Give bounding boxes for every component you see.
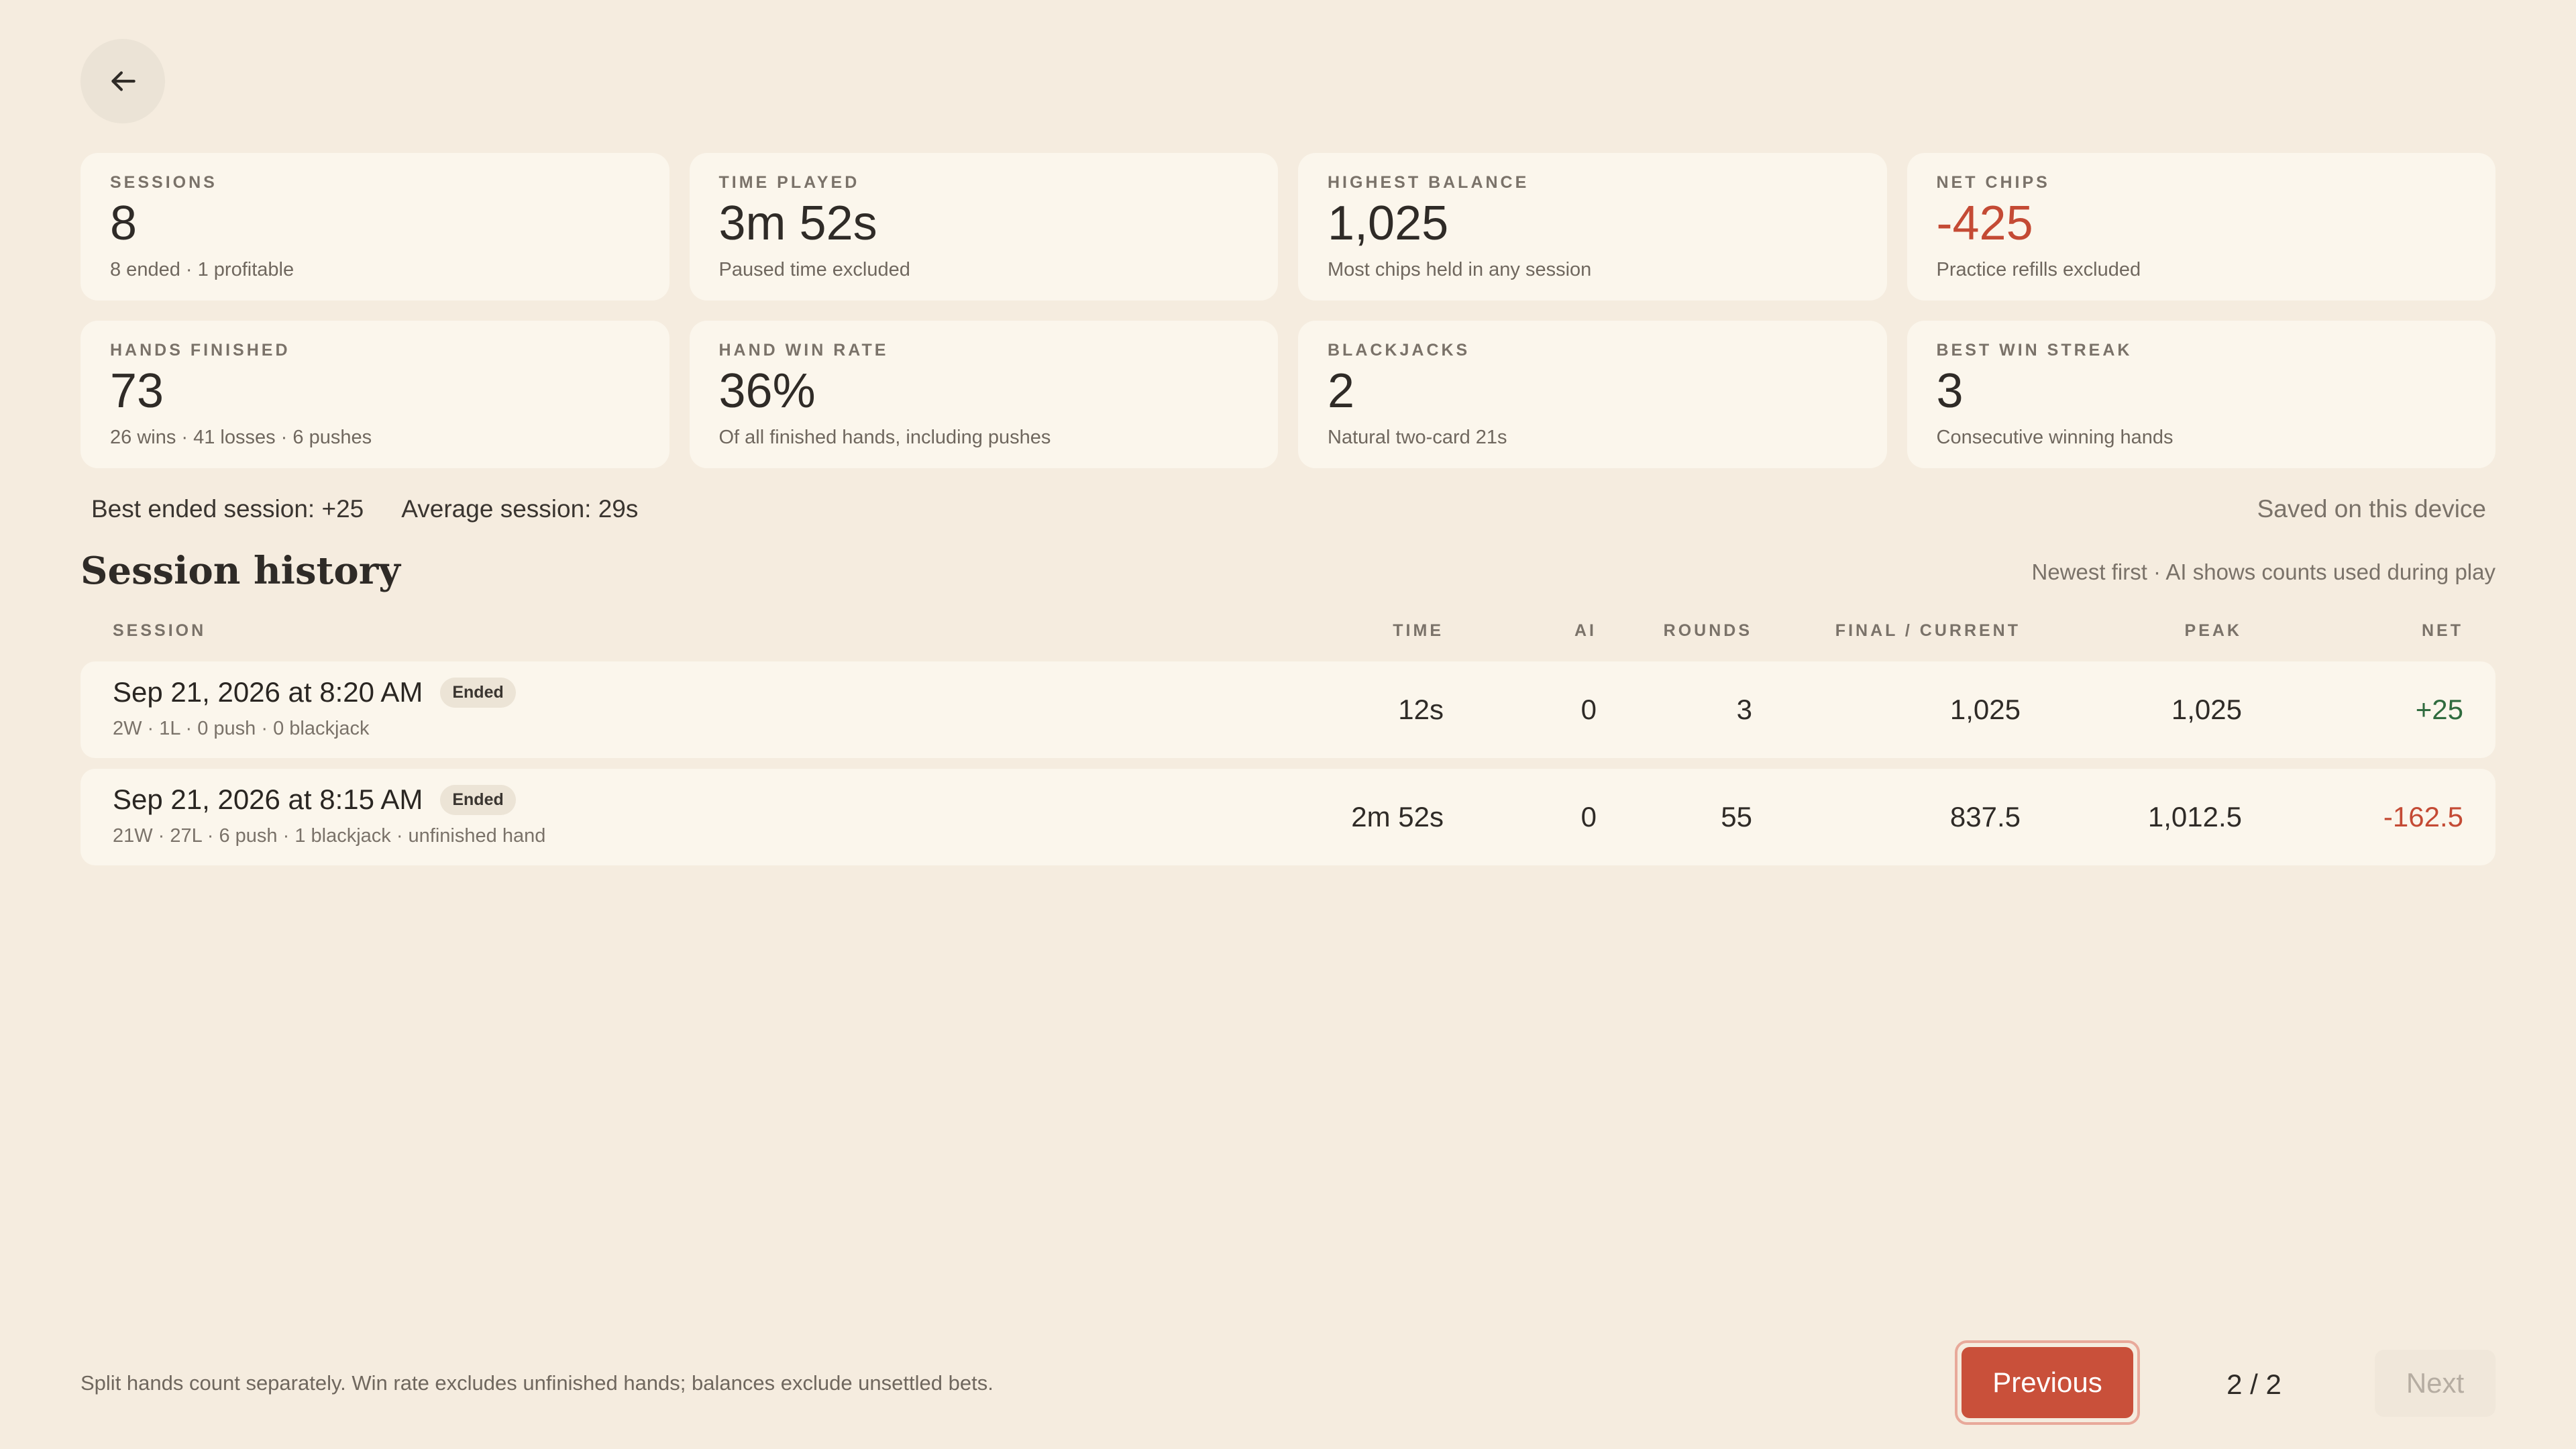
stat-card-blackjacks: BLACKJACKS 2 Natural two-card 21s (1298, 321, 1887, 468)
summary-row: Best ended session: +25 Average session:… (91, 495, 2486, 523)
column-header-time: TIME (1393, 621, 1444, 640)
stat-card-time-played: TIME PLAYED 3m 52s Paused time excluded (689, 153, 1278, 301)
column-header-peak: PEAK (2184, 621, 2242, 640)
section-title: Session history (80, 549, 400, 593)
stats-grid: SESSIONS 8 8 ended · 1 profitable TIME P… (80, 153, 2496, 468)
column-header-final: FINAL / CURRENT (1835, 621, 2021, 640)
cell-peak: 1,025 (2171, 694, 2242, 725)
stat-label: BLACKJACKS (1328, 341, 1470, 360)
cell-peak: 1,012.5 (2147, 801, 2242, 833)
page-indicator: 2 / 2 (2226, 1368, 2282, 1400)
cell-final: 837.5 (1949, 801, 2021, 833)
saved-status: Saved on this device (2257, 495, 2486, 523)
column-header-ai: AI (1574, 621, 1597, 640)
stat-label: TIME PLAYED (718, 173, 860, 192)
stat-value: -425 (1936, 197, 2033, 250)
stat-value: 3m 52s (718, 197, 877, 250)
session-detail: 2W · 1L · 0 push · 0 blackjack (113, 718, 370, 739)
table-row[interactable]: Sep 21, 2026 at 8:20 AM Ended 2W · 1L · … (80, 661, 2496, 758)
cell-ai: 0 (1580, 694, 1597, 725)
stat-value: 73 (110, 364, 164, 418)
session-date: Sep 21, 2026 at 8:20 AM Ended (113, 676, 516, 708)
stat-label: HAND WIN RATE (718, 341, 889, 360)
stat-card-hands-finished: HANDS FINISHED 73 26 wins · 41 losses · … (80, 321, 669, 468)
session-date: Sep 21, 2026 at 8:15 AM Ended (113, 784, 516, 816)
session-title: Sep 21, 2026 at 8:15 AM (113, 784, 423, 815)
stat-card-highest-balance: HIGHEST BALANCE 1,025 Most chips held in… (1298, 153, 1887, 301)
cell-rounds: 3 (1736, 694, 1752, 725)
stat-value: 3 (1936, 364, 1964, 418)
stat-label: SESSIONS (110, 173, 217, 192)
status-badge: Ended (440, 677, 516, 708)
back-button[interactable] (80, 39, 165, 123)
stat-sub: Most chips held in any session (1328, 259, 1592, 280)
stat-sub: 26 wins · 41 losses · 6 pushes (110, 427, 372, 448)
cell-final: 1,025 (1949, 694, 2021, 725)
previous-button[interactable]: Previous (1955, 1340, 2140, 1425)
stat-sub: 8 ended · 1 profitable (110, 259, 294, 280)
table-row[interactable]: Sep 21, 2026 at 8:15 AM Ended 21W · 27L … (80, 769, 2496, 865)
stat-sub: Paused time excluded (718, 259, 910, 280)
cell-net: +25 (2415, 694, 2463, 725)
cell-ai: 0 (1580, 801, 1597, 833)
stat-value: 8 (110, 197, 138, 250)
stat-label: HIGHEST BALANCE (1328, 173, 1529, 192)
footer-note: Split hands count separately. Win rate e… (80, 1371, 994, 1395)
stat-card-hand-win-rate: HAND WIN RATE 36% Of all finished hands,… (689, 321, 1278, 468)
stat-value: 2 (1328, 364, 1355, 418)
session-title: Sep 21, 2026 at 8:20 AM (113, 676, 423, 708)
stat-sub: Of all finished hands, including pushes (718, 427, 1051, 448)
cell-rounds: 55 (1721, 801, 1752, 833)
cell-time: 12s (1398, 694, 1444, 725)
cell-time: 2m 52s (1351, 801, 1444, 833)
stat-card-sessions: SESSIONS 8 8 ended · 1 profitable (80, 153, 669, 301)
cell-net: -162.5 (2383, 801, 2463, 833)
status-badge: Ended (440, 784, 516, 815)
stat-value: 36% (718, 364, 816, 418)
stat-label: BEST WIN STREAK (1936, 341, 2133, 360)
history-note: Newest first · AI shows counts used duri… (2031, 559, 2496, 584)
stat-card-net-chips: NET CHIPS -425 Practice refills excluded (1907, 153, 2496, 301)
next-button[interactable]: Next (2375, 1350, 2496, 1417)
arrow-left-icon (111, 71, 136, 91)
column-header-net: NET (2422, 621, 2463, 640)
best-session-summary: Best ended session: +25 (91, 495, 364, 523)
stat-sub: Practice refills excluded (1936, 259, 2141, 280)
stat-sub: Natural two-card 21s (1328, 427, 1507, 448)
stat-label: HANDS FINISHED (110, 341, 290, 360)
stat-label: NET CHIPS (1936, 173, 2050, 192)
session-detail: 21W · 27L · 6 push · 1 blackjack · unfin… (113, 825, 546, 847)
stat-value: 1,025 (1328, 197, 1449, 250)
column-header-rounds: ROUNDS (1663, 621, 1752, 640)
previous-button-label: Previous (1962, 1347, 2133, 1418)
average-session-summary: Average session: 29s (401, 495, 639, 523)
stat-sub: Consecutive winning hands (1936, 427, 2174, 448)
stat-card-best-win-streak: BEST WIN STREAK 3 Consecutive winning ha… (1907, 321, 2496, 468)
column-header-session: SESSION (113, 621, 207, 640)
